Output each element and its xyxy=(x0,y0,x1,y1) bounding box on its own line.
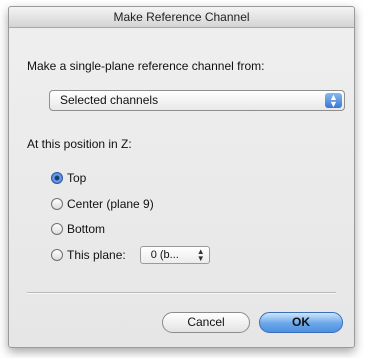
radio-label-center: Center (plane 9) xyxy=(67,197,154,211)
plane-stepper[interactable]: 0 (b... ▲ ▼ xyxy=(139,246,210,264)
radio-button-icon[interactable] xyxy=(51,172,63,184)
cancel-button[interactable]: Cancel xyxy=(162,312,250,333)
radio-button-icon[interactable] xyxy=(51,223,63,235)
dialog-title: Make Reference Channel xyxy=(9,7,354,28)
radio-option-bottom[interactable]: Bottom xyxy=(51,221,105,237)
radio-label-bottom: Bottom xyxy=(67,222,106,236)
z-position-label: At this position in Z: xyxy=(27,137,132,151)
radio-label-top: Top xyxy=(67,171,87,185)
make-reference-channel-dialog: Make Reference Channel Make a single-pla… xyxy=(8,6,355,348)
radio-option-this-plane[interactable]: This plane: 0 (b... ▲ ▼ xyxy=(51,246,210,264)
radio-label-this-plane: This plane: xyxy=(67,248,126,262)
radio-option-top[interactable]: Top xyxy=(51,170,86,186)
radio-option-center[interactable]: Center (plane 9) xyxy=(51,196,154,212)
ok-button[interactable]: OK xyxy=(259,312,343,333)
up-down-arrows-icon: ▲ ▼ xyxy=(325,93,342,109)
source-channels-popup-value: Selected channels xyxy=(60,93,159,107)
radio-button-icon[interactable] xyxy=(51,249,63,261)
stepper-arrows-icon[interactable]: ▲ ▼ xyxy=(197,248,205,263)
source-prompt-label: Make a single-plane reference channel fr… xyxy=(27,59,265,73)
source-channels-popup[interactable]: Selected channels ▲ ▼ xyxy=(49,90,345,111)
plane-stepper-value: 0 (b... xyxy=(150,249,179,261)
radio-button-icon[interactable] xyxy=(51,198,63,210)
divider xyxy=(27,292,336,294)
